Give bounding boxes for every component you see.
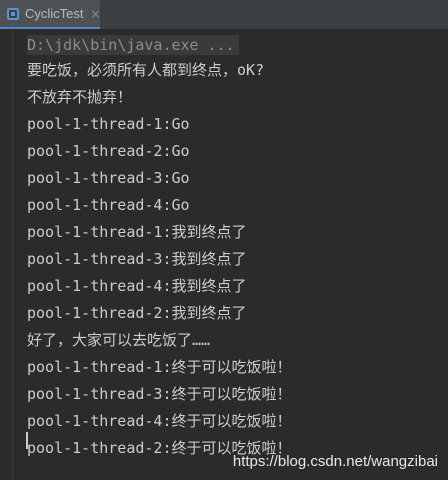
close-icon[interactable]: × bbox=[91, 8, 101, 20]
tab-bar: CyclicTest × bbox=[0, 0, 448, 30]
console-command-line[interactable]: D:\jdk\bin\java.exe ... bbox=[27, 35, 239, 55]
console-line: pool-1-thread-2:Go bbox=[27, 142, 190, 160]
console-output[interactable]: D:\jdk\bin\java.exe ... 要吃饭，必须所有人都到终点，oK… bbox=[0, 30, 448, 480]
watermark: https://blog.csdn.net/wangzibai bbox=[232, 453, 438, 470]
text-cursor bbox=[26, 432, 28, 449]
console-line: pool-1-thread-1:我到终点了 bbox=[27, 223, 247, 241]
console-line: 好了，大家可以去吃饭了…… bbox=[27, 331, 211, 349]
tab-cyclictest[interactable]: CyclicTest × bbox=[0, 0, 101, 29]
console-line: pool-1-thread-2:我到终点了 bbox=[27, 304, 247, 322]
console-line: 要吃饭，必须所有人都到终点，oK? bbox=[27, 61, 265, 79]
console-line: pool-1-thread-4:终于可以吃饭啦！ bbox=[27, 412, 292, 430]
run-console-window: CyclicTest × D:\jdk\bin\java.exe ... 要吃饭… bbox=[0, 0, 448, 480]
console-line: pool-1-thread-3:Go bbox=[27, 169, 190, 187]
console-line: pool-1-thread-4:Go bbox=[27, 196, 190, 214]
console-line: 不放弃不抛弃！ bbox=[27, 88, 133, 106]
console-line: pool-1-thread-1:Go bbox=[27, 115, 190, 133]
console-line: pool-1-thread-1:终于可以吃饭啦！ bbox=[27, 358, 292, 376]
tab-label: CyclicTest bbox=[25, 6, 84, 21]
console-line: pool-1-thread-3:终于可以吃饭啦！ bbox=[27, 385, 292, 403]
console-line: pool-1-thread-3:我到终点了 bbox=[27, 250, 247, 268]
run-config-icon bbox=[6, 7, 20, 21]
console-line: pool-1-thread-4:我到终点了 bbox=[27, 277, 247, 295]
